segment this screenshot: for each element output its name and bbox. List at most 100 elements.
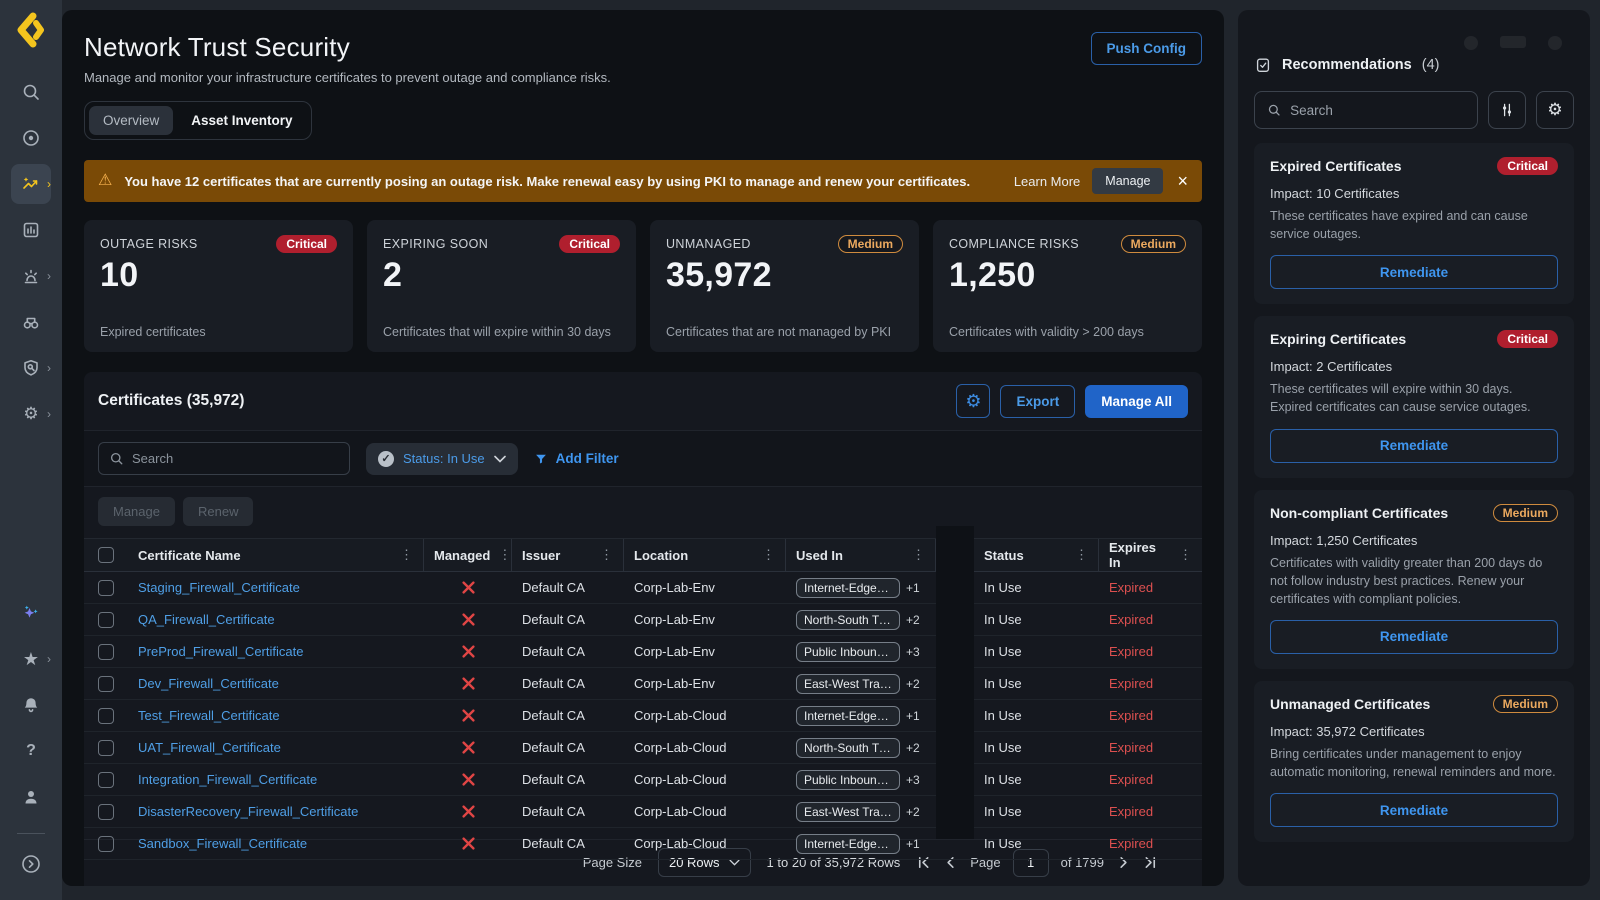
sidebar-item-discover[interactable] bbox=[11, 302, 51, 342]
certificate-name-link[interactable]: Staging_Firewall_Certificate bbox=[138, 580, 300, 595]
table-row[interactable]: Sandbox_Firewall_Certificate Default CA … bbox=[84, 828, 1202, 860]
certificate-name-link[interactable]: Sandbox_Firewall_Certificate bbox=[138, 836, 307, 851]
used-in-chip[interactable]: Internet-Edge-TLS bbox=[796, 834, 900, 854]
search-input[interactable] bbox=[132, 451, 339, 466]
sidebar-item-help[interactable]: ? bbox=[11, 731, 51, 771]
gear-icon: ⚙ bbox=[23, 404, 38, 424]
close-icon[interactable]: × bbox=[1177, 172, 1188, 190]
certificate-name-link[interactable]: PreProd_Firewall_Certificate bbox=[138, 644, 303, 659]
used-in-chip[interactable]: Public Inbound W... bbox=[796, 642, 900, 662]
sidebar-item-settings[interactable]: ⚙ › bbox=[11, 394, 51, 434]
sidebar-item-network-security[interactable]: › bbox=[11, 164, 51, 204]
certificate-name-link[interactable]: Test_Firewall_Certificate bbox=[138, 708, 280, 723]
used-in-chip[interactable]: North-South Traf... bbox=[796, 610, 900, 630]
page-header: Network Trust Security Manage and monito… bbox=[78, 32, 1208, 85]
sidebar-item-investigate[interactable]: › bbox=[11, 348, 51, 388]
row-checkbox[interactable] bbox=[98, 580, 114, 596]
used-in-chip[interactable]: Internet-Edge-TLS bbox=[796, 706, 900, 726]
certificate-name-link[interactable]: UAT_Firewall_Certificate bbox=[138, 740, 281, 755]
recommendations-toolbar: ⚙ bbox=[1254, 91, 1574, 129]
column-certificate-name: Certificate Name bbox=[138, 548, 241, 563]
column-menu-icon[interactable]: ⋮ bbox=[592, 547, 613, 563]
column-menu-icon[interactable]: ⋮ bbox=[392, 547, 413, 563]
certificate-name-link[interactable]: DisasterRecovery_Firewall_Certificate bbox=[138, 804, 358, 819]
sidebar-item-favorites[interactable]: ★ › bbox=[11, 639, 51, 679]
certificate-name-link[interactable]: QA_Firewall_Certificate bbox=[138, 612, 275, 627]
gear-icon: ⚙ bbox=[1547, 100, 1562, 120]
sidebar-item-ai-assistant[interactable] bbox=[11, 593, 51, 633]
table-row[interactable]: PreProd_Firewall_Certificate Default CA … bbox=[84, 636, 1202, 668]
search-input[interactable] bbox=[1290, 103, 1465, 118]
help-icon: ? bbox=[26, 742, 36, 760]
sidebar-item-notifications[interactable] bbox=[11, 685, 51, 725]
brand-logo bbox=[13, 12, 49, 48]
column-menu-icon[interactable]: ⋮ bbox=[904, 547, 925, 563]
tab-overview[interactable]: Overview bbox=[89, 106, 173, 135]
add-filter-button[interactable]: Add Filter bbox=[534, 451, 619, 466]
row-checkbox[interactable] bbox=[98, 804, 114, 820]
manage-all-button[interactable]: Manage All bbox=[1085, 385, 1188, 418]
recommendation-description: Bring certificates under management to e… bbox=[1270, 745, 1558, 781]
table-row[interactable]: Test_Firewall_Certificate Default CA Cor… bbox=[84, 700, 1202, 732]
row-checkbox[interactable] bbox=[98, 644, 114, 660]
table-row[interactable]: UAT_Firewall_Certificate Default CA Corp… bbox=[84, 732, 1202, 764]
learn-more-link[interactable]: Learn More bbox=[1014, 174, 1080, 189]
not-managed-icon bbox=[462, 581, 475, 594]
stat-card: OUTAGE RISKS Critical 10 Expired certifi… bbox=[84, 220, 353, 352]
used-in-extra-count: +2 bbox=[906, 677, 920, 691]
filter-settings-button[interactable] bbox=[1488, 91, 1526, 129]
row-checkbox[interactable] bbox=[98, 708, 114, 724]
stat-label: OUTAGE RISKS bbox=[100, 237, 198, 251]
status-cell: In Use bbox=[974, 772, 1099, 787]
used-in-extra-count: +2 bbox=[906, 741, 920, 755]
row-checkbox[interactable] bbox=[98, 836, 114, 852]
remediate-button[interactable]: Remediate bbox=[1270, 429, 1558, 463]
export-button[interactable]: Export bbox=[1000, 385, 1075, 418]
chevron-right-icon: › bbox=[47, 407, 51, 421]
table-row[interactable]: Dev_Firewall_Certificate Default CA Corp… bbox=[84, 668, 1202, 700]
certificates-search[interactable] bbox=[98, 442, 350, 475]
used-in-chip[interactable]: Public Inbound W... bbox=[796, 770, 900, 790]
bulk-renew-button[interactable]: Renew bbox=[183, 497, 253, 526]
banner-manage-button[interactable]: Manage bbox=[1092, 168, 1163, 194]
table-row[interactable]: Integration_Firewall_Certificate Default… bbox=[84, 764, 1202, 796]
remediate-button[interactable]: Remediate bbox=[1270, 620, 1558, 654]
recommendation-title: Expiring Certificates bbox=[1270, 331, 1406, 347]
recommendations-search[interactable] bbox=[1254, 91, 1478, 129]
sidebar-collapse-toggle[interactable] bbox=[11, 844, 51, 884]
used-in-chip[interactable]: Internet-Edge-TLS bbox=[796, 578, 900, 598]
table-settings-button[interactable]: ⚙ bbox=[956, 384, 990, 418]
row-checkbox[interactable] bbox=[98, 676, 114, 692]
certificate-name-link[interactable]: Dev_Firewall_Certificate bbox=[138, 676, 279, 691]
sidebar-item-user[interactable] bbox=[11, 777, 51, 817]
column-menu-icon[interactable]: ⋮ bbox=[490, 547, 511, 563]
remediate-button[interactable]: Remediate bbox=[1270, 793, 1558, 827]
tab-asset-inventory[interactable]: Asset Inventory bbox=[177, 106, 306, 135]
used-in-chip[interactable]: North-South Traf... bbox=[796, 738, 900, 758]
sidebar-item-alerts[interactable]: › bbox=[11, 256, 51, 296]
bulk-manage-button[interactable]: Manage bbox=[98, 497, 175, 526]
recommendation-impact: Impact: 10 Certificates bbox=[1270, 186, 1558, 201]
table-row[interactable]: QA_Firewall_Certificate Default CA Corp-… bbox=[84, 604, 1202, 636]
sidebar-item-search[interactable] bbox=[11, 72, 51, 112]
certificates-section: Certificates (35,972) ⚙ Export Manage Al… bbox=[84, 372, 1202, 886]
column-menu-icon[interactable]: ⋮ bbox=[1067, 547, 1088, 563]
used-in-chip[interactable]: East-West Traffic... bbox=[796, 802, 900, 822]
remediate-button[interactable]: Remediate bbox=[1270, 255, 1558, 289]
table-row[interactable]: DisasterRecovery_Firewall_Certificate De… bbox=[84, 796, 1202, 828]
panel-settings-button[interactable]: ⚙ bbox=[1536, 91, 1574, 129]
sidebar-item-target[interactable] bbox=[11, 118, 51, 158]
push-config-button[interactable]: Push Config bbox=[1091, 32, 1203, 65]
table-row[interactable]: Staging_Firewall_Certificate Default CA … bbox=[84, 572, 1202, 604]
sidebar-item-boards[interactable] bbox=[11, 210, 51, 250]
status-filter-chip[interactable]: ✓ Status: In Use bbox=[366, 443, 518, 475]
column-menu-icon[interactable]: ⋮ bbox=[754, 547, 775, 563]
certificate-name-link[interactable]: Integration_Firewall_Certificate bbox=[138, 772, 317, 787]
used-in-chip[interactable]: East-West Traffic... bbox=[796, 674, 900, 694]
row-checkbox[interactable] bbox=[98, 612, 114, 628]
row-checkbox[interactable] bbox=[98, 772, 114, 788]
chevron-right-icon: › bbox=[47, 361, 51, 375]
select-all-checkbox[interactable] bbox=[98, 547, 114, 563]
column-menu-icon[interactable]: ⋮ bbox=[1171, 547, 1192, 563]
row-checkbox[interactable] bbox=[98, 740, 114, 756]
